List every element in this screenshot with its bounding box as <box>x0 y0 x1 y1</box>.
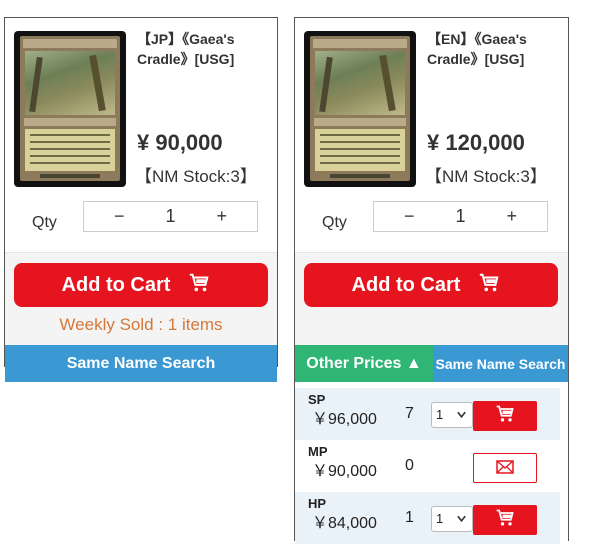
product-name[interactable]: 【JP】《Gaea's Cradle》[USG] <box>137 29 267 69</box>
stock-status: 【NM Stock:3】 <box>135 167 257 186</box>
tabs: Other Prices ▲ Same Name Search <box>295 345 568 382</box>
add-to-cart-button[interactable] <box>473 505 537 535</box>
product-card-en: 【EN】《Gaea's Cradle》[USG] ¥ 120,000 【NM S… <box>294 17 569 544</box>
same-name-search-button[interactable]: Same Name Search <box>5 345 277 382</box>
cart-area: Add to Cart Weekly Sold : 1 items <box>5 253 277 345</box>
price-row-sp: SP ￥96,000 7 1 <box>295 388 560 440</box>
decrement-button[interactable]: − <box>404 206 415 227</box>
product-price: ¥ 120,000 <box>427 130 525 155</box>
price-value: ￥96,000 <box>312 411 377 428</box>
stock-count: 0 <box>405 457 414 474</box>
envelope-icon <box>496 459 514 478</box>
notify-button[interactable] <box>473 453 537 483</box>
quantity-stepper: − 1 + <box>373 201 548 232</box>
tab-other-prices[interactable]: Other Prices ▲ <box>295 345 433 382</box>
tab-same-name-search[interactable]: Same Name Search <box>433 345 568 382</box>
stock-status: 【NM Stock:3】 <box>425 167 547 186</box>
increment-button[interactable]: + <box>216 206 227 227</box>
product-header: 【JP】《Gaea's Cradle》[USG] ¥ 90,000 【NM St… <box>5 18 277 201</box>
shopping-cart-icon <box>495 404 515 428</box>
price-row-mp: MP ￥90,000 0 <box>295 440 560 492</box>
card-image[interactable] <box>14 31 126 187</box>
quantity-row: Qty − 1 + <box>295 201 568 253</box>
select-value: 1 <box>436 407 444 422</box>
add-to-cart-button[interactable]: Add to Cart <box>304 263 558 307</box>
add-to-cart-button[interactable] <box>473 401 537 431</box>
quantity-select[interactable]: 1 <box>431 402 473 428</box>
shopping-cart-icon <box>495 508 515 532</box>
shopping-cart-icon <box>478 272 500 298</box>
qty-label: Qty <box>322 214 347 231</box>
stock-count: 1 <box>405 509 414 526</box>
product-name[interactable]: 【EN】《Gaea's Cradle》[USG] <box>427 29 557 69</box>
price-row-hp: HP ￥84,000 1 1 <box>295 492 560 544</box>
quantity-row: Qty − 1 + <box>5 201 277 253</box>
other-prices-list: SP ￥96,000 7 1 MP ￥90,000 0 HP ￥84,000 1 <box>295 382 568 544</box>
add-to-cart-label: Add to Cart <box>61 273 171 296</box>
chevron-down-icon <box>456 404 467 435</box>
price-value: ￥90,000 <box>312 463 377 480</box>
chevron-down-icon <box>456 508 467 539</box>
quantity-value[interactable]: 1 <box>165 206 175 227</box>
product-header: 【EN】《Gaea's Cradle》[USG] ¥ 120,000 【NM S… <box>295 18 568 201</box>
add-to-cart-label: Add to Cart <box>351 273 461 296</box>
increment-button[interactable]: + <box>506 206 517 227</box>
decrement-button[interactable]: − <box>114 206 125 227</box>
quantity-stepper: − 1 + <box>83 201 258 232</box>
add-to-cart-button[interactable]: Add to Cart <box>14 263 268 307</box>
quantity-value[interactable]: 1 <box>455 206 465 227</box>
price-value: ￥84,000 <box>312 515 377 532</box>
card-image[interactable] <box>304 31 416 187</box>
shopping-cart-icon <box>188 272 210 298</box>
stock-count: 7 <box>405 405 414 422</box>
quantity-select[interactable]: 1 <box>431 506 473 532</box>
product-card-jp: 【JP】《Gaea's Cradle》[USG] ¥ 90,000 【NM St… <box>4 17 278 382</box>
qty-label: Qty <box>32 214 57 231</box>
select-value: 1 <box>436 511 444 526</box>
product-price: ¥ 90,000 <box>137 130 223 155</box>
weekly-sold-text: Weekly Sold : 1 items <box>59 315 223 334</box>
cart-area: Add to Cart <box>295 253 568 345</box>
